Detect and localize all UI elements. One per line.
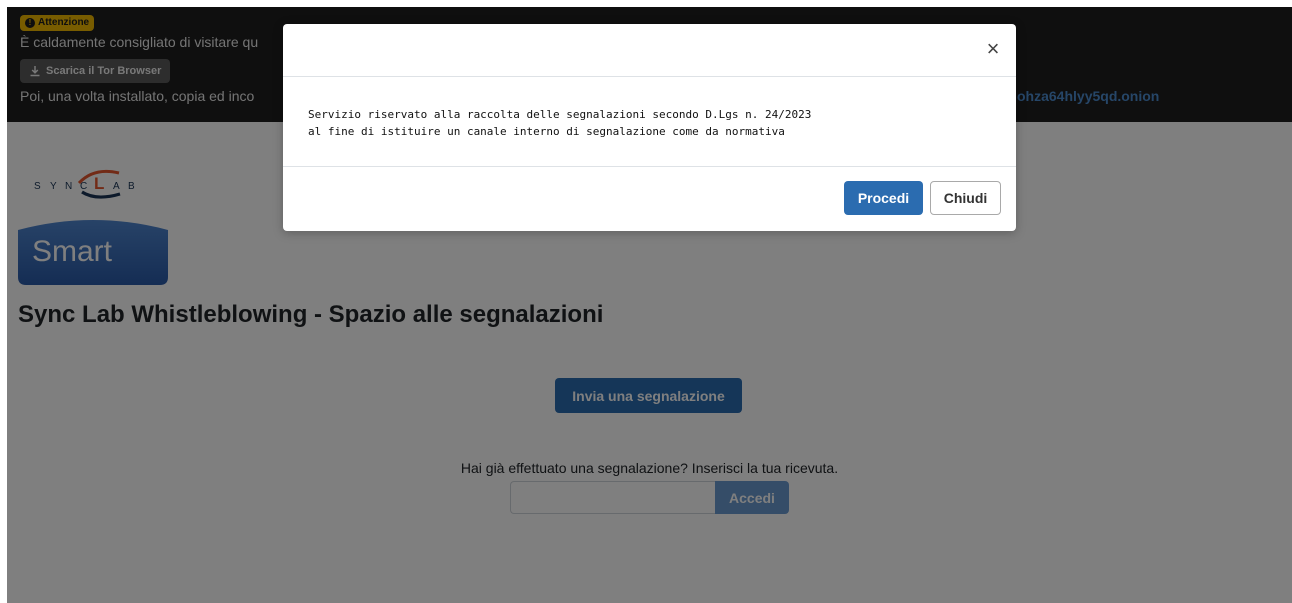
modal-header: ×	[283, 24, 1016, 77]
modal-body-line: Servizio riservato alla raccolta delle s…	[308, 108, 812, 121]
modal-body-line: al fine di istituire un canale interno d…	[308, 125, 785, 138]
modal-body: Servizio riservato alla raccolta delle s…	[283, 77, 1016, 167]
close-button[interactable]: Chiudi	[930, 181, 1001, 215]
close-icon[interactable]: ×	[982, 38, 1004, 60]
proceed-button[interactable]: Procedi	[844, 181, 923, 215]
service-info-modal: × Servizio riservato alla raccolta delle…	[283, 24, 1016, 231]
